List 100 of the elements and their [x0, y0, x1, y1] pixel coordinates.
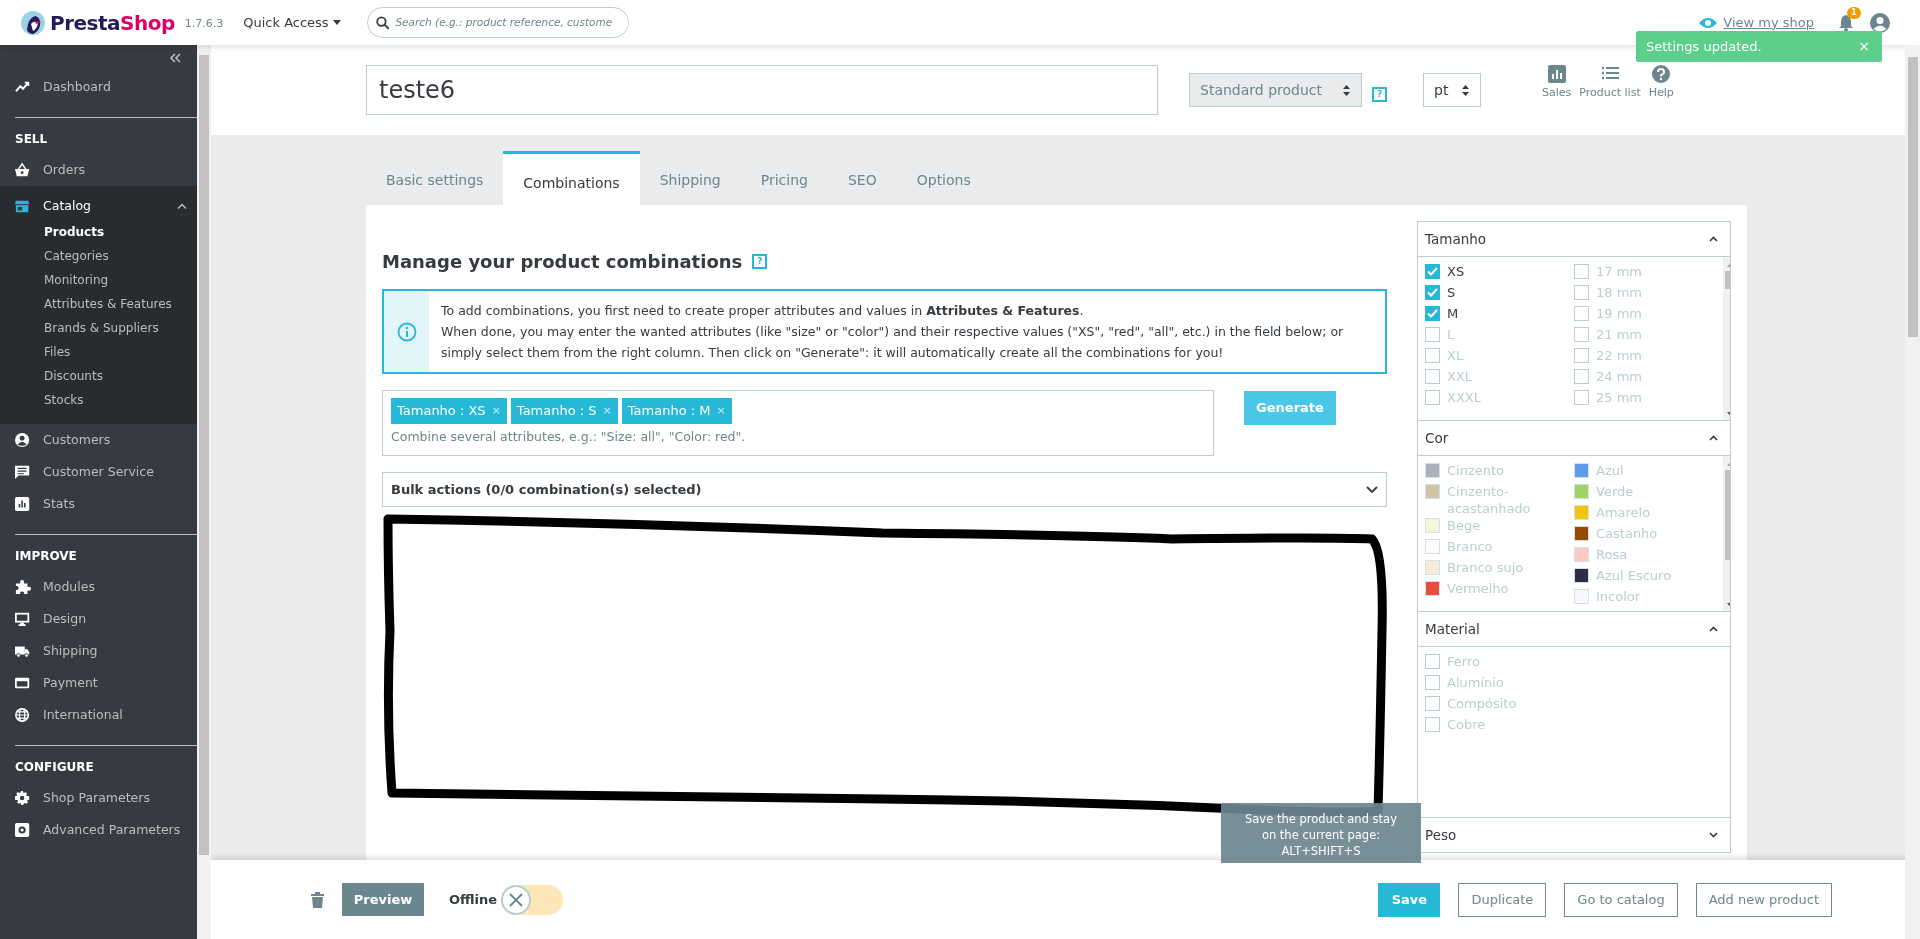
- color-swatch[interactable]: [1574, 589, 1589, 604]
- checkbox[interactable]: [1425, 390, 1440, 405]
- submenu-item[interactable]: Categories: [0, 244, 197, 268]
- tab[interactable]: Pricing: [740, 151, 828, 205]
- sidebar-item[interactable]: Customers: [0, 424, 197, 456]
- checkbox[interactable]: [1425, 717, 1440, 732]
- store-icon: [15, 198, 31, 214]
- checkbox[interactable]: [1425, 654, 1440, 669]
- sort-icon: [1461, 83, 1470, 97]
- trash-icon[interactable]: [311, 891, 324, 908]
- checkbox[interactable]: [1425, 369, 1440, 384]
- color-swatch[interactable]: [1574, 505, 1589, 520]
- quick-access-menu[interactable]: Quick Access: [237, 11, 347, 34]
- tab[interactable]: Shipping: [639, 151, 741, 205]
- action-button[interactable]: Duplicate: [1458, 882, 1547, 917]
- color-swatch[interactable]: [1425, 463, 1440, 478]
- checkbox[interactable]: [1425, 327, 1440, 342]
- checkbox[interactable]: [1425, 264, 1440, 279]
- action-button[interactable]: Add new product: [1695, 882, 1832, 917]
- toolbar-button[interactable]: Sales: [1542, 65, 1572, 102]
- user-avatar-icon[interactable]: [1870, 12, 1890, 33]
- panel-header[interactable]: Cor: [1417, 420, 1731, 456]
- sidebar-item[interactable]: Shipping: [0, 635, 197, 667]
- sidebar-item[interactable]: Stats: [0, 488, 197, 520]
- submenu-item[interactable]: Stocks: [0, 388, 197, 412]
- tab[interactable]: Options: [896, 151, 991, 205]
- color-swatch[interactable]: [1574, 526, 1589, 541]
- view-shop-link[interactable]: View my shop: [1699, 12, 1814, 33]
- checkbox[interactable]: [1574, 390, 1589, 405]
- color-swatch[interactable]: [1574, 463, 1589, 478]
- preview-button[interactable]: Preview: [342, 883, 424, 916]
- color-swatch[interactable]: [1574, 568, 1589, 583]
- submenu-item[interactable]: Attributes & Features: [0, 292, 197, 316]
- checkbox[interactable]: [1574, 285, 1589, 300]
- color-swatch[interactable]: [1425, 560, 1440, 575]
- language-select[interactable]: pt: [1423, 73, 1481, 107]
- panel-header[interactable]: Tamanho: [1417, 221, 1731, 257]
- checkbox[interactable]: [1425, 348, 1440, 363]
- checkbox[interactable]: [1574, 264, 1589, 279]
- collapse-icon[interactable]: [169, 53, 181, 63]
- color-label: Branco sujo: [1447, 559, 1524, 576]
- sidebar-item[interactable]: Shop Parameters: [0, 782, 197, 814]
- chevron-down-icon: [1709, 832, 1718, 838]
- submenu-item[interactable]: Brands & Suppliers: [0, 316, 197, 340]
- submenu-item[interactable]: Monitoring: [0, 268, 197, 292]
- sidebar-item[interactable]: Design: [0, 603, 197, 635]
- check-icon: [1427, 267, 1438, 276]
- checkbox[interactable]: [1425, 696, 1440, 711]
- check-icon: [1427, 309, 1438, 318]
- tab[interactable]: Basic settings: [366, 151, 504, 205]
- submenu-item[interactable]: Discounts: [0, 364, 197, 388]
- checkbox[interactable]: [1425, 675, 1440, 690]
- color-swatch[interactable]: [1425, 539, 1440, 554]
- checkbox[interactable]: [1425, 285, 1440, 300]
- product-type-select[interactable]: Standard product: [1189, 73, 1362, 107]
- help-icon: [1652, 65, 1671, 83]
- scrollbar[interactable]: [1907, 57, 1918, 337]
- sidebar-item[interactable]: Modules: [0, 571, 197, 603]
- sidebar-item[interactable]: Orders: [0, 154, 197, 186]
- close-icon: [509, 892, 524, 907]
- checkbox[interactable]: [1574, 327, 1589, 342]
- bulk-actions-dropdown[interactable]: Bulk actions (0/0 combination(s) selected): [382, 472, 1387, 507]
- checkbox[interactable]: [1425, 306, 1440, 321]
- submenu-item[interactable]: Files: [0, 340, 197, 364]
- info-icon: [396, 321, 417, 342]
- toolbar-button[interactable]: Product list: [1579, 65, 1641, 102]
- tab[interactable]: SEO: [827, 151, 897, 205]
- submenu-item[interactable]: Products: [0, 220, 197, 244]
- attribute-tag: Tamanho : S ×: [510, 398, 618, 424]
- trend-icon: [15, 79, 31, 95]
- checkbox[interactable]: [1574, 369, 1589, 384]
- sidebar-item[interactable]: Customer Service: [0, 456, 197, 488]
- bell-icon[interactable]: [1838, 14, 1854, 33]
- color-swatch[interactable]: [1425, 518, 1440, 533]
- status-toggle[interactable]: [501, 884, 564, 915]
- chevron-up-icon: [177, 203, 187, 209]
- color-swatch[interactable]: [1425, 581, 1440, 596]
- tab[interactable]: Combinations: [503, 151, 640, 205]
- chart-icon: [1547, 65, 1566, 83]
- color-label: Vermelho: [1447, 580, 1509, 597]
- color-swatch[interactable]: [1425, 484, 1440, 499]
- attribute-label: 21 mm: [1596, 326, 1642, 343]
- sidebar-item[interactable]: Advanced Parameters: [0, 814, 197, 846]
- attribute-label: XXXL: [1447, 389, 1481, 406]
- color-label: Branco: [1447, 538, 1493, 555]
- chevron-up-icon: [1709, 626, 1718, 632]
- sidebar-item[interactable]: Payment: [0, 667, 197, 699]
- user-icon: [15, 432, 31, 448]
- sidebar-item[interactable]: Dashboard: [0, 71, 197, 103]
- color-swatch[interactable]: [1574, 547, 1589, 562]
- color-swatch[interactable]: [1574, 484, 1589, 499]
- checkbox[interactable]: [1574, 306, 1589, 321]
- panel-header[interactable]: Material: [1417, 611, 1731, 647]
- sidebar-item[interactable]: International: [0, 699, 197, 731]
- monitor-icon: [15, 611, 31, 627]
- toolbar-button[interactable]: Help: [1648, 65, 1674, 102]
- checkbox[interactable]: [1574, 348, 1589, 363]
- action-button[interactable]: Go to catalog: [1564, 882, 1678, 917]
- product-name-field[interactable]: teste6: [366, 65, 1158, 115]
- scrollbar[interactable]: [199, 55, 209, 855]
